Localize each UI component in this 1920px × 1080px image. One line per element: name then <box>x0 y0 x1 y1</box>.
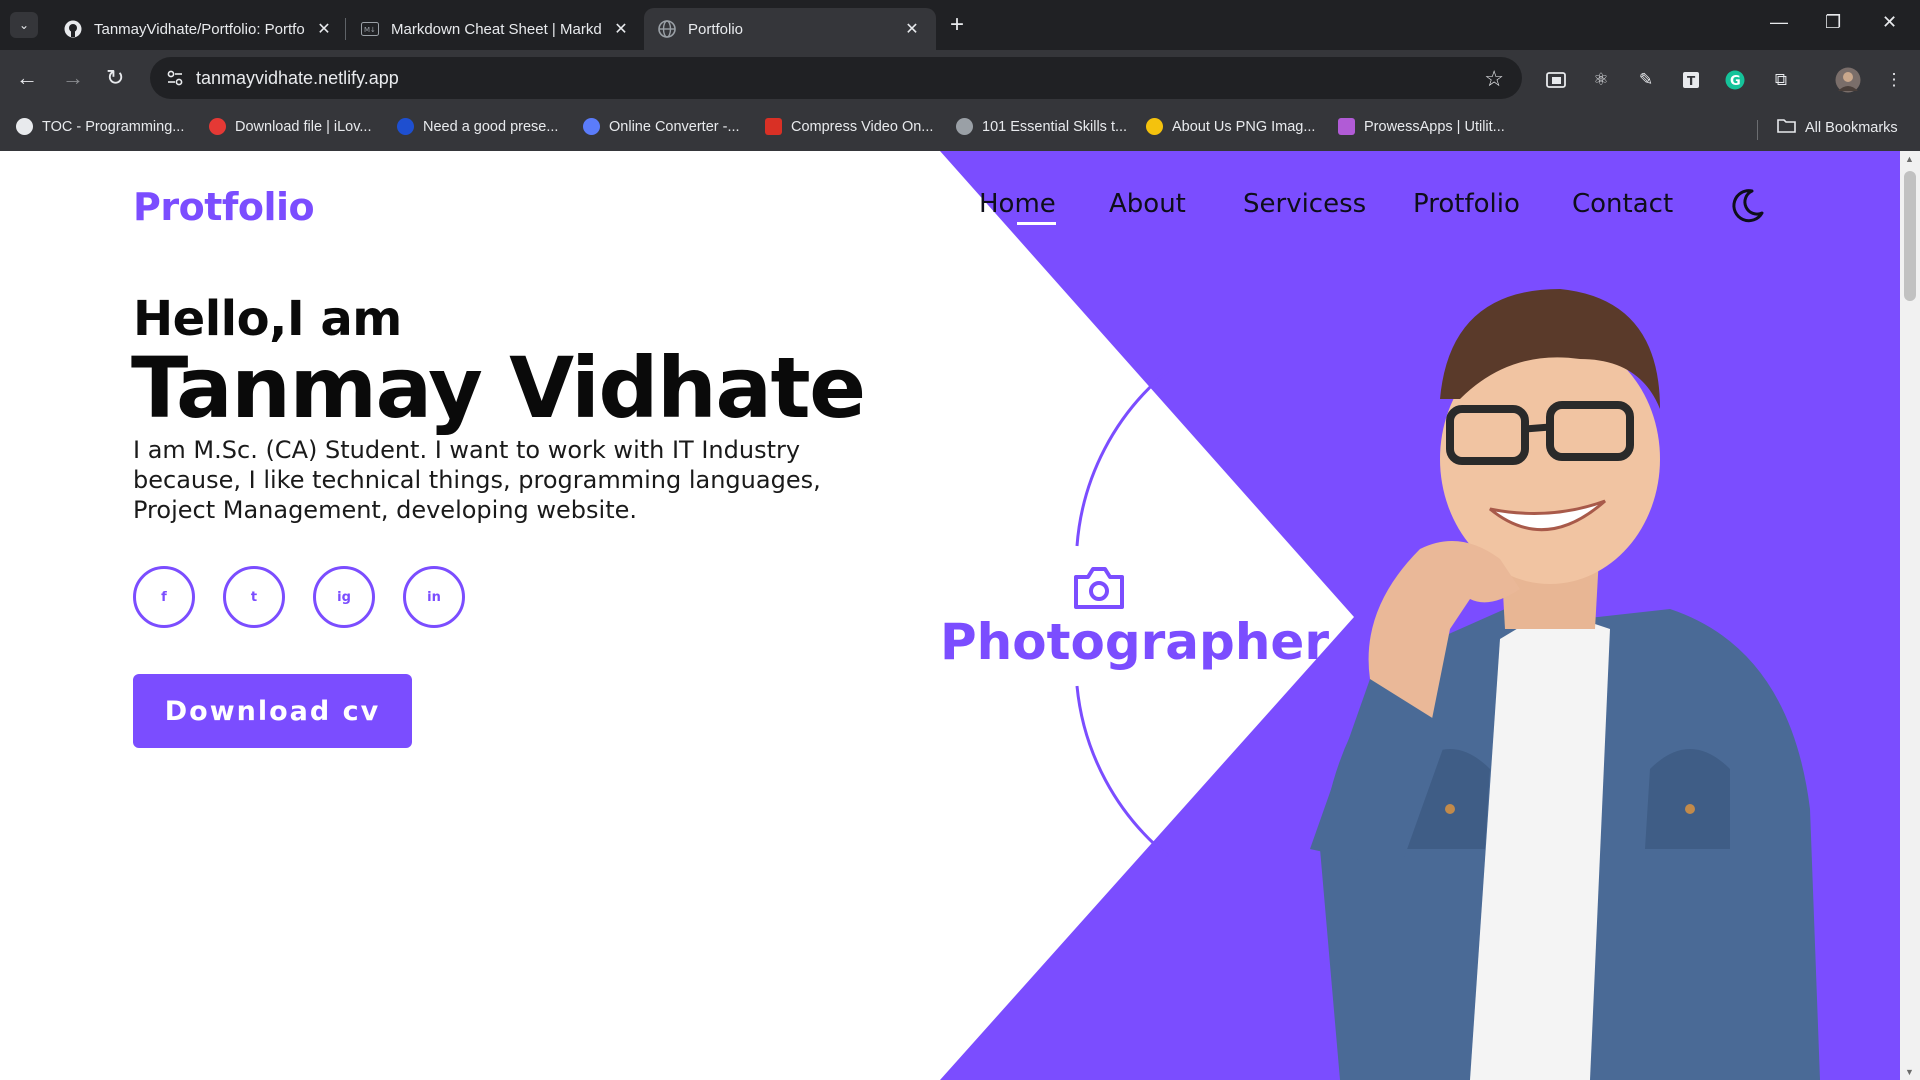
scroll-down-icon[interactable]: ▼ <box>1905 1067 1914 1077</box>
instagram-icon[interactable]: ig <box>313 566 375 628</box>
bookmarks-divider <box>1757 120 1758 140</box>
hero-bio: I am M.Sc. (CA) Student. I want to work … <box>133 436 821 524</box>
forward-button[interactable]: → <box>62 66 84 90</box>
bookmark-label: Online Converter -... <box>609 118 740 135</box>
linkedin-icon[interactable]: in <box>403 566 465 628</box>
tab-strip: ⌄ TanmayVidhate/Portfolio: Portfo ✕ M↓ M… <box>0 0 1920 50</box>
react-devtools-icon[interactable]: ⚛ <box>1590 69 1612 91</box>
restore-icon[interactable]: ❐ <box>1825 12 1841 33</box>
site-logo[interactable]: Protfolio <box>133 185 315 229</box>
close-icon[interactable]: ✕ <box>314 19 334 39</box>
bookmark-favicon-icon <box>1146 118 1163 135</box>
bookmark-label: 101 Essential Skills t... <box>982 118 1128 135</box>
bookmark-label: TOC - Programming... <box>42 118 185 135</box>
tab-markdown[interactable]: M↓ Markdown Cheat Sheet | Markd ✕ <box>347 8 645 50</box>
bookmark-item[interactable]: Compress Video On... <box>765 118 933 135</box>
browser-toolbar: ← → ↻ tanmayvidhate.netlify.app ☆ ⚛ ✎ T … <box>0 50 1920 108</box>
bookmark-star-icon[interactable]: ☆ <box>1484 66 1504 92</box>
grammarly-icon[interactable]: G <box>1724 69 1746 91</box>
close-window-icon[interactable]: ✕ <box>1882 12 1897 33</box>
close-icon[interactable]: ✕ <box>611 19 631 39</box>
extension-t-icon[interactable]: T <box>1680 69 1702 91</box>
browser-menu-icon[interactable]: ⋮ <box>1883 69 1905 91</box>
all-bookmarks-button[interactable]: All Bookmarks <box>1777 118 1898 137</box>
download-cv-button[interactable]: Download cv <box>133 674 412 748</box>
bookmark-favicon-icon <box>765 118 782 135</box>
reload-button[interactable]: ↻ <box>106 66 124 90</box>
profile-avatar[interactable] <box>1835 67 1861 93</box>
bookmark-favicon-icon <box>397 118 414 135</box>
github-icon <box>64 20 82 38</box>
bookmark-item[interactable]: About Us PNG Imag... <box>1146 118 1315 135</box>
bookmark-label: Download file | iLov... <box>235 118 372 135</box>
close-icon[interactable]: ✕ <box>902 19 922 39</box>
svg-text:G: G <box>1730 74 1741 89</box>
tab-portfolio[interactable]: Portfolio ✕ <box>644 8 936 50</box>
tab-divider <box>345 18 346 40</box>
bookmark-item[interactable]: TOC - Programming... <box>16 118 184 135</box>
hero-name: Tanmay Vidhate <box>131 339 866 437</box>
svg-text:T: T <box>1687 74 1696 88</box>
new-tab-button[interactable]: + <box>950 12 964 38</box>
bookmark-label: ProwessApps | Utilit... <box>1364 118 1505 135</box>
tab-title: TanmayVidhate/Portfolio: Portfo <box>94 20 305 38</box>
minimize-icon[interactable]: — <box>1770 12 1788 33</box>
bookmark-favicon-icon <box>583 118 600 135</box>
tab-search-button[interactable]: ⌄ <box>10 12 38 38</box>
page-scrollbar[interactable]: ▲ ▼ <box>1900 151 1920 1080</box>
nav-home[interactable]: Home <box>979 189 1056 225</box>
scrollbar-thumb[interactable] <box>1904 171 1916 301</box>
bookmark-label: About Us PNG Imag... <box>1172 118 1316 135</box>
bookmark-item[interactable]: Need a good prese... <box>397 118 558 135</box>
folder-icon <box>1777 118 1796 137</box>
bookmarks-bar: TOC - Programming... Download file | iLo… <box>0 108 1920 151</box>
picture-in-picture-icon[interactable] <box>1545 69 1567 91</box>
bookmark-item[interactable]: Download file | iLov... <box>209 118 371 135</box>
scroll-up-icon[interactable]: ▲ <box>1905 154 1914 164</box>
color-picker-icon[interactable]: ✎ <box>1635 69 1657 91</box>
facebook-icon[interactable]: f <box>133 566 195 628</box>
address-bar[interactable]: tanmayvidhate.netlify.app ☆ <box>150 57 1522 99</box>
bookmark-favicon-icon <box>16 118 33 135</box>
markdown-icon: M↓ <box>361 20 379 38</box>
tab-title: Markdown Cheat Sheet | Markd <box>391 20 602 38</box>
bookmark-favicon-icon <box>956 118 973 135</box>
bookmark-favicon-icon <box>1338 118 1355 135</box>
extensions-puzzle-icon[interactable]: ⧉ <box>1770 69 1792 91</box>
bookmark-item[interactable]: ProwessApps | Utilit... <box>1338 118 1505 135</box>
bookmark-label: Compress Video On... <box>791 118 934 135</box>
bookmark-item[interactable]: Online Converter -... <box>583 118 740 135</box>
camera-icon <box>1074 567 1124 609</box>
bookmark-item[interactable]: 101 Essential Skills t... <box>956 118 1127 135</box>
tab-github[interactable]: TanmayVidhate/Portfolio: Portfo ✕ <box>50 8 348 50</box>
svg-text:M↓: M↓ <box>364 26 376 34</box>
site-info-icon[interactable] <box>166 69 184 87</box>
url-text: tanmayvidhate.netlify.app <box>196 68 399 88</box>
all-bookmarks-label: All Bookmarks <box>1805 119 1898 136</box>
back-button[interactable]: ← <box>16 66 38 90</box>
profile-photo <box>1310 289 1820 1080</box>
nav-about[interactable]: About <box>1109 189 1186 219</box>
bookmark-favicon-icon <box>209 118 226 135</box>
globe-icon <box>658 20 676 38</box>
twitter-icon[interactable]: t <box>223 566 285 628</box>
bookmark-label: Need a good prese... <box>423 118 559 135</box>
tab-title: Portfolio <box>688 20 744 38</box>
portfolio-page: Protfolio Home About Servicess Protfolio… <box>0 151 1900 1080</box>
